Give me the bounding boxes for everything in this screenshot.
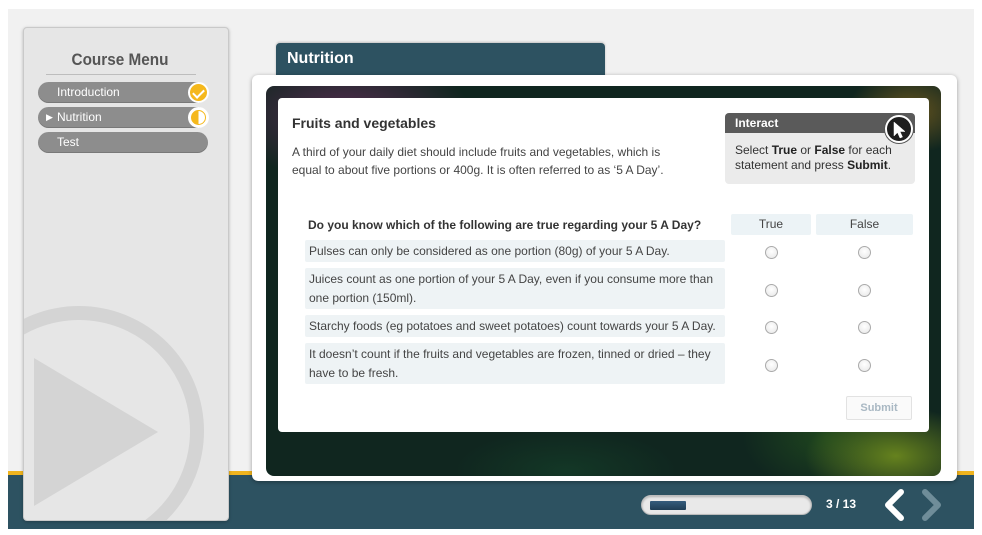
menu-item-label: Test (57, 135, 80, 149)
menu-divider (46, 74, 196, 75)
radio-true-1[interactable] (765, 246, 778, 259)
menu-item-nutrition[interactable]: ▶ Nutrition (38, 107, 209, 128)
content-panel: Fruits and vegetables A third of your da… (252, 75, 957, 481)
course-menu-sidebar: Course Menu Introduction ▶ Nutrition Tes… (23, 27, 229, 521)
submit-button[interactable]: Submit (846, 396, 912, 420)
quiz-question: Do you know which of the following are t… (308, 218, 702, 232)
menu-item-label: Nutrition (57, 110, 102, 124)
menu-item-test[interactable]: Test (38, 132, 208, 153)
previous-page-button[interactable] (881, 489, 907, 521)
cursor-icon (885, 115, 913, 143)
interact-box: Interact Select True or False for each s… (725, 113, 915, 184)
menu-item-introduction[interactable]: Introduction (38, 82, 209, 103)
page-counter: 3 / 13 (826, 497, 857, 511)
menu-item-label: Introduction (57, 85, 120, 99)
background-photo: Fruits and vegetables A third of your da… (266, 86, 941, 476)
radio-true-4[interactable] (765, 359, 778, 372)
radio-false-3[interactable] (858, 321, 871, 334)
radio-true-3[interactable] (765, 321, 778, 334)
complete-check-icon (188, 82, 209, 103)
chevron-left-icon (885, 489, 904, 521)
half-progress-icon (188, 107, 209, 128)
next-page-button[interactable] (919, 489, 945, 521)
course-progress-bar (641, 495, 812, 515)
radio-false-4[interactable] (858, 359, 871, 372)
statement-row: Pulses can only be considered as one por… (305, 240, 725, 262)
interact-instructions: Select True or False for each statement … (735, 143, 892, 172)
statement-row: It doesn’t count if the fruits and veget… (305, 343, 725, 384)
true-column-header: True (731, 214, 811, 235)
radio-false-1[interactable] (858, 246, 871, 259)
statement-row: Juices count as one portion of your 5 A … (305, 268, 725, 309)
false-column-header: False (816, 214, 913, 235)
radio-false-2[interactable] (858, 284, 871, 297)
chevron-right-icon (922, 489, 941, 521)
page-heading: Fruits and vegetables (292, 115, 436, 131)
current-arrow-icon: ▶ (46, 112, 53, 122)
statement-row: Starchy foods (eg potatoes and sweet pot… (305, 315, 725, 337)
course-menu-title: Course Menu (71, 50, 169, 69)
intro-text: A third of your daily diet should includ… (292, 145, 664, 177)
content-card: Fruits and vegetables A third of your da… (278, 98, 929, 432)
progress-fill (650, 501, 686, 510)
play-icon (34, 358, 158, 506)
course-player: Course Menu Introduction ▶ Nutrition Tes… (8, 9, 974, 529)
section-tab: Nutrition (276, 43, 605, 79)
radio-true-2[interactable] (765, 284, 778, 297)
